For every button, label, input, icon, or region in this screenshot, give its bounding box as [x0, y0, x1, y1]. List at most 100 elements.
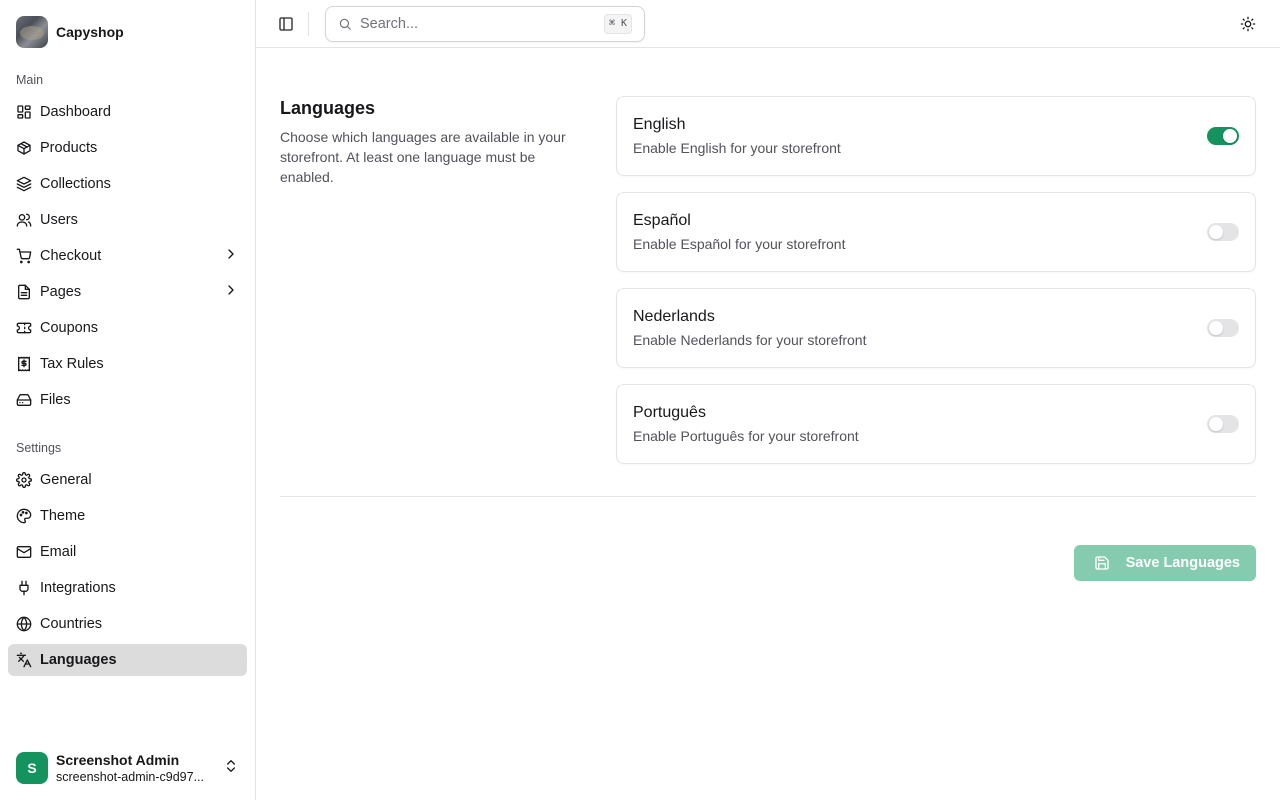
espanol-toggle[interactable]: [1207, 223, 1239, 241]
language-card-portugues: Português Enable Português for your stor…: [616, 384, 1256, 464]
sidebar-item-label: Checkout: [40, 248, 102, 264]
sidebar-item-files[interactable]: Files: [8, 384, 247, 416]
file-icon: [16, 284, 32, 300]
language-description: Enable Nederlands for your storefront: [633, 332, 867, 348]
sidebar-item-tax-rules[interactable]: Tax Rules: [8, 348, 247, 380]
sidebar-item-label: Coupons: [40, 320, 99, 336]
user-menu[interactable]: S Screenshot Admin screenshot-admin-c9d9…: [8, 744, 247, 792]
plug-icon: [16, 580, 32, 596]
language-card-english: English Enable English for your storefro…: [616, 96, 1256, 176]
sidebar-item-checkout[interactable]: Checkout: [8, 240, 247, 272]
main-nav: Dashboard Products Collections Users Che…: [0, 96, 255, 416]
search-box[interactable]: ⌘ K: [325, 5, 645, 42]
language-name: Nederlands: [633, 308, 715, 325]
english-toggle[interactable]: [1207, 127, 1239, 145]
sidebar-item-integrations[interactable]: Integrations: [8, 572, 247, 604]
toggle-knob: [1209, 417, 1223, 431]
sidebar-item-countries[interactable]: Countries: [8, 608, 247, 640]
chevron-right-icon: [223, 246, 239, 266]
brand[interactable]: Capyshop: [0, 0, 255, 64]
user-name: Screenshot Admin: [56, 751, 180, 768]
hard-drive-icon: [16, 392, 32, 408]
save-icon: [1094, 556, 1109, 570]
chevrons-up-down-icon: [223, 758, 239, 779]
sidebar-toggle-button[interactable]: [278, 16, 294, 32]
sidebar-item-label: Pages: [40, 284, 82, 300]
main-content: ⌘ K Languages Choose which languages are…: [256, 0, 1280, 800]
sidebar-item-label: Products: [40, 140, 98, 156]
search-shortcut: ⌘ K: [603, 13, 632, 34]
avatar: S: [16, 752, 48, 784]
sidebar-item-label: Tax Rules: [40, 356, 104, 372]
sidebar-item-general[interactable]: General: [8, 464, 247, 496]
languages-icon: [16, 652, 32, 668]
sun-icon: [1240, 16, 1256, 31]
page-description: Choose which languages are available in …: [280, 129, 566, 185]
topbar: ⌘ K: [256, 0, 1280, 48]
cart-icon: [16, 248, 32, 264]
app-root: Capyshop Main Dashboard Products Collect…: [0, 0, 1280, 800]
user-email: screenshot-admin-c9d97...: [56, 769, 204, 784]
portugues-toggle[interactable]: [1207, 415, 1239, 433]
topbar-divider: [308, 11, 309, 36]
dashboard-icon: [16, 104, 32, 120]
theme-toggle-button[interactable]: [1232, 8, 1264, 40]
settings-section-label: Settings: [16, 441, 62, 455]
sidebar-item-email[interactable]: Email: [8, 536, 247, 568]
palette-icon: [16, 508, 32, 524]
language-description: Enable English for your storefront: [633, 140, 841, 156]
package-icon: [16, 140, 32, 156]
sidebar-item-pages[interactable]: Pages: [8, 276, 247, 308]
section-info: Languages Choose which languages are ava…: [280, 96, 616, 480]
user-icon: [16, 212, 32, 228]
toggle-knob: [1223, 129, 1237, 143]
sidebar-item-coupons[interactable]: Coupons: [8, 312, 247, 344]
language-name: Español: [633, 212, 691, 229]
panel-left-icon: [279, 16, 293, 31]
toggle-knob: [1209, 225, 1223, 239]
section-divider: [280, 496, 1256, 497]
sidebar-item-label: Theme: [40, 508, 86, 524]
settings-nav: General Theme Email Integrations Countri…: [0, 464, 255, 676]
language-card-espanol: Español Enable Español for your storefro…: [616, 192, 1256, 272]
globe-icon: [16, 616, 32, 632]
chevron-right-icon: [223, 282, 239, 302]
sidebar-item-label: Files: [40, 392, 71, 408]
language-card-text: English Enable English for your storefro…: [633, 114, 1207, 158]
brand-name: Capyshop: [56, 24, 124, 40]
language-card-text: Nederlands Enable Nederlands for your st…: [633, 306, 1207, 350]
save-languages-label: Save Languages: [1125, 555, 1240, 571]
sidebar-item-products[interactable]: Products: [8, 132, 247, 164]
language-card-nederlands: Nederlands Enable Nederlands for your st…: [616, 288, 1256, 368]
language-list: English Enable English for your storefro…: [616, 96, 1256, 480]
sidebar-item-label: Integrations: [40, 580, 116, 596]
language-name: Português: [633, 404, 706, 421]
main-section-label: Main: [16, 73, 44, 87]
sidebar-item-label: Dashboard: [40, 104, 111, 120]
receipt-dollar-icon: [16, 356, 32, 372]
sidebar-item-languages[interactable]: Languages: [8, 644, 247, 676]
sidebar-item-label: Countries: [40, 616, 103, 632]
sidebar-item-collections[interactable]: Collections: [8, 168, 247, 200]
sidebar: Capyshop Main Dashboard Products Collect…: [0, 0, 256, 800]
mail-icon: [16, 544, 32, 560]
language-description: Enable Español for your storefront: [633, 236, 846, 252]
gear-icon: [16, 472, 32, 488]
toggle-knob: [1209, 321, 1223, 335]
languages-page: Languages Choose which languages are ava…: [256, 48, 1280, 581]
languages-section: Languages Choose which languages are ava…: [280, 96, 1256, 480]
sidebar-item-theme[interactable]: Theme: [8, 500, 247, 532]
search-input[interactable]: [360, 15, 604, 32]
save-languages-button[interactable]: Save Languages: [1073, 545, 1256, 581]
sidebar-item-dashboard[interactable]: Dashboard: [8, 96, 247, 128]
sidebar-item-label: Collections: [40, 176, 111, 192]
language-name: English: [633, 116, 686, 133]
ticket-icon: [16, 320, 32, 336]
user-info: Screenshot Admin screenshot-admin-c9d97.…: [56, 752, 223, 785]
search-icon: [339, 18, 351, 30]
language-card-text: Português Enable Português for your stor…: [633, 402, 1207, 446]
nederlands-toggle[interactable]: [1207, 319, 1239, 337]
page-title: Languages: [280, 98, 376, 118]
layers-icon: [16, 176, 32, 192]
sidebar-item-users[interactable]: Users: [8, 204, 247, 236]
